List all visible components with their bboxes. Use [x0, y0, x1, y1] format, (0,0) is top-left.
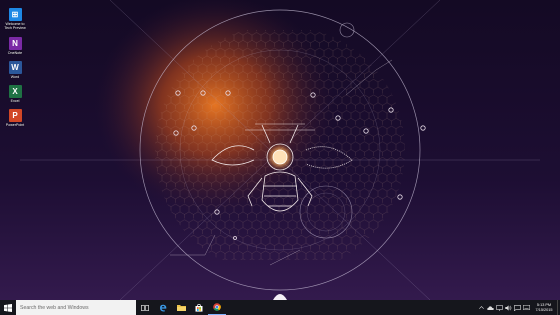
desktop-icon-powerpoint[interactable]: P PowerPoint: [3, 109, 27, 127]
edge-button[interactable]: [154, 300, 172, 315]
desktop-icon-onenote[interactable]: N OneNote: [3, 37, 27, 55]
volume-tray-button[interactable]: [504, 300, 513, 315]
onedrive-tray-button[interactable]: [486, 300, 495, 315]
keyboard-icon: [523, 305, 530, 310]
chrome-icon: [213, 303, 221, 311]
input-method-tray-button[interactable]: [522, 300, 531, 315]
task-view-icon: [141, 304, 149, 311]
store-button[interactable]: [190, 300, 208, 315]
windows-logo-icon: [4, 303, 12, 312]
word-icon: W: [8, 61, 22, 74]
system-tray: 5:13 PM 7/15/2015: [477, 300, 560, 315]
chrome-button[interactable]: [208, 300, 226, 315]
desktop-icon-excel[interactable]: X Excel: [3, 85, 27, 103]
file-explorer-icon: [176, 305, 186, 311]
speaker-icon: [505, 304, 512, 311]
file-explorer-button[interactable]: [172, 300, 190, 315]
start-button[interactable]: [0, 300, 16, 315]
edge-icon: [160, 304, 167, 312]
onenote-icon: N: [8, 37, 22, 50]
clock-date: 7/15/2015: [535, 307, 553, 312]
notifications-tray-button[interactable]: [513, 300, 522, 315]
taskbar-clock[interactable]: 5:13 PM 7/15/2015: [531, 303, 557, 312]
powerpoint-icon: P: [8, 109, 22, 122]
cloud-icon: [487, 305, 494, 310]
windows-icon: ⊞: [8, 8, 22, 21]
desktop-icon-label: OneNote: [7, 51, 23, 55]
excel-icon: X: [8, 85, 22, 98]
network-tray-button[interactable]: [495, 300, 504, 315]
network-icon: [496, 304, 503, 311]
desktop-wallpaper: [0, 0, 560, 300]
chevron-up-icon: [479, 306, 484, 309]
taskbar: Search the web and Windows 5:13 PM 7/15/…: [0, 300, 560, 315]
desktop-icon-label: Word: [10, 75, 20, 79]
task-view-button[interactable]: [136, 300, 154, 315]
desktop-icon-label: PowerPoint: [5, 123, 25, 127]
store-icon: [195, 303, 203, 312]
desktop-icon-label: Excel: [10, 99, 20, 103]
search-input[interactable]: Search the web and Windows: [16, 300, 136, 315]
desktop-icon-label: Welcome to Tech Preview: [4, 22, 26, 31]
desktop-icon-word[interactable]: W Word: [3, 61, 27, 79]
message-icon: [514, 304, 521, 311]
desktop-icon-welcome[interactable]: ⊞ Welcome to Tech Preview: [3, 8, 27, 30]
show-hidden-icons-button[interactable]: [477, 300, 486, 315]
